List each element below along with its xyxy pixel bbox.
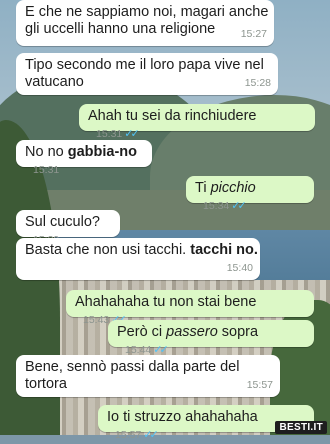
message-time: 15:31 (33, 164, 60, 176)
message-text: gli uccelli hanno una religione (25, 21, 216, 37)
message-text-italic: picchio (210, 180, 256, 196)
message-incoming[interactable]: E che ne sappiamo noi, magari anche gli … (16, 0, 274, 46)
message-text: Tipo secondo me il loro papa vive nel (25, 57, 264, 73)
message-text-italic: passero (166, 324, 218, 340)
message-text: No no (25, 144, 68, 160)
message-time: 15:28 (244, 77, 271, 89)
message-outgoing[interactable]: Ti picchio 15:34 ✓✓ (186, 176, 314, 212)
message-text: Ahah tu sei da rinchiudere (88, 108, 257, 124)
message-text: vatucano (25, 74, 84, 90)
message-text: Sul cuculo? (25, 214, 100, 230)
message-time: 15:43 (83, 314, 110, 326)
message-outgoing[interactable]: Ahahahaha tu non stai bene 15:43✓✓ (66, 290, 314, 326)
message-time: 15:57 (115, 429, 142, 441)
message-outgoing[interactable]: Però ci passero sopra 15:44 ✓✓ (108, 320, 314, 356)
message-text: E che ne sappiamo noi, magari anche (25, 4, 269, 20)
message-time: 15:27 (240, 28, 267, 40)
message-time: 15:57 (246, 379, 273, 391)
message-incoming[interactable]: Bene, sennò passi dalla parte del tortor… (16, 355, 280, 397)
message-incoming[interactable]: Tipo secondo me il loro papa vive nel va… (16, 53, 278, 95)
message-time: 15:31 (96, 128, 123, 140)
message-incoming[interactable]: Sul cuculo? 15:39 (16, 210, 120, 246)
message-text: Bene, sennò passi dalla parte del (25, 359, 240, 375)
message-text: tortora (25, 376, 67, 392)
message-text: Io ti struzzo ahahahaha (107, 409, 258, 425)
message-text: Ahahahaha tu non stai bene (75, 294, 257, 310)
read-ticks-icon: ✓✓ (143, 429, 159, 441)
read-ticks-icon: ✓✓ (124, 128, 140, 140)
message-text: Ti (195, 180, 211, 196)
message-text: Però ci (117, 324, 167, 340)
read-ticks-icon: ✓✓ (231, 200, 247, 212)
message-outgoing[interactable]: Ahah tu sei da rinchiudere 15:31 ✓✓ (79, 104, 315, 140)
message-time: 15:34 (203, 200, 230, 212)
message-text: sopra (217, 324, 259, 340)
message-text-bold: tacchi no. (190, 242, 258, 258)
message-time: 15:40 (226, 262, 253, 274)
message-incoming[interactable]: No no gabbia-no 15:31 (16, 140, 152, 176)
watermark-logo: BESTI.IT (275, 421, 327, 434)
message-text: Basta che non usi tacchi. (25, 242, 191, 258)
message-text-bold: gabbia-no (67, 144, 138, 160)
message-incoming[interactable]: Basta che non usi tacchi. tacchi no. 15:… (16, 238, 260, 280)
